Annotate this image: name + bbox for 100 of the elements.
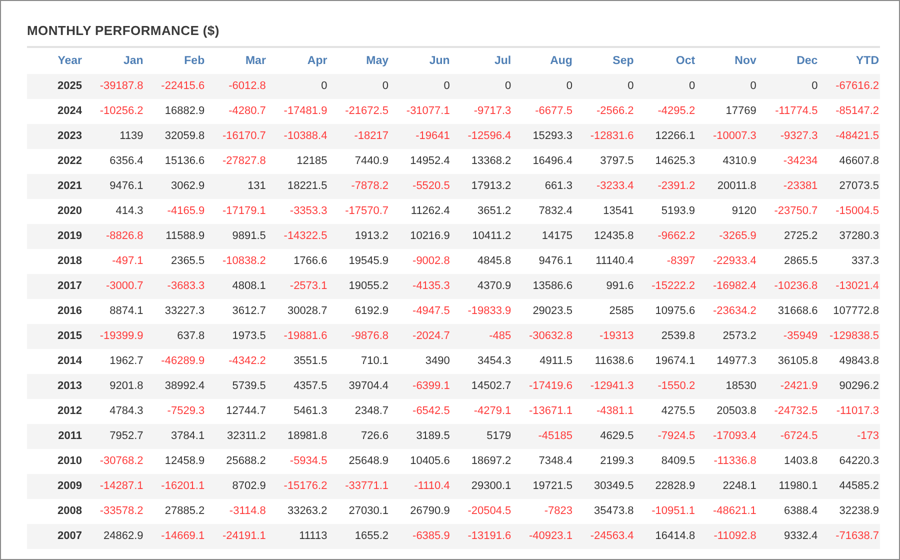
table-cell: -10388.4 <box>266 124 328 149</box>
table-cell: 11113 <box>266 524 328 549</box>
table-cell: -4135.3 <box>390 274 451 299</box>
table-cell: -10236.8 <box>757 274 819 299</box>
table-cell: 0 <box>573 74 635 99</box>
table-cell: 0 <box>390 74 451 99</box>
table-cell: -16201.1 <box>144 474 206 499</box>
table-cell: 9476.1 <box>83 174 144 199</box>
table-cell: 9332.4 <box>757 524 819 549</box>
table-cell: 131 <box>206 174 267 199</box>
table-cell: -6385.9 <box>390 524 451 549</box>
table-cell: 14175 <box>512 224 574 249</box>
table-cell: 726.6 <box>328 424 390 449</box>
table-cell: 4629.5 <box>573 424 635 449</box>
table-cell: 1913.2 <box>328 224 390 249</box>
table-cell: -14287.1 <box>83 474 144 499</box>
table-cell: 5739.5 <box>206 374 267 399</box>
table-cell: -16982.4 <box>696 274 758 299</box>
table-cell: -17093.4 <box>696 424 758 449</box>
year-cell: 2009 <box>27 474 83 499</box>
table-cell: -19399.9 <box>83 324 144 349</box>
table-cell: -14669.1 <box>144 524 206 549</box>
table-cell: -48421.5 <box>818 124 880 149</box>
table-cell: 661.3 <box>512 174 574 199</box>
table-cell: -19641 <box>390 124 451 149</box>
section-title: MONTHLY PERFORMANCE ($) <box>27 23 880 48</box>
column-header: Year <box>56 54 83 69</box>
table-cell: -15222.2 <box>634 274 696 299</box>
table-cell: -2421.9 <box>757 374 819 399</box>
table-cell: 991.6 <box>573 274 635 299</box>
table-cell: -2024.7 <box>390 324 451 349</box>
column-header: Dec <box>796 54 819 69</box>
table-cell: -12831.6 <box>573 124 635 149</box>
table-cell: -3265.9 <box>696 224 758 249</box>
table-cell: -6399.1 <box>390 374 451 399</box>
table-cell: -1550.2 <box>634 374 696 399</box>
column-header: Jun <box>428 54 451 69</box>
table-cell: -2391.2 <box>634 174 696 199</box>
table-cell: 12266.1 <box>634 124 696 149</box>
year-cell: 2015 <box>27 324 83 349</box>
column-header: Feb <box>183 54 206 69</box>
table-cell: 44585.2 <box>818 474 880 499</box>
year-cell: 2019 <box>27 224 83 249</box>
table-cell: 0 <box>634 74 696 99</box>
table-cell: -11092.8 <box>696 524 758 549</box>
table-cell: -9327.3 <box>757 124 819 149</box>
table-cell: -19313 <box>573 324 635 349</box>
table-cell: 0 <box>266 74 328 99</box>
table-cell: 3784.1 <box>144 424 206 449</box>
year-cell: 2021 <box>27 174 83 199</box>
table-cell: -3683.3 <box>144 274 206 299</box>
table-cell: -129838.5 <box>818 324 880 349</box>
table-cell: -13191.6 <box>450 524 512 549</box>
table-cell: 9201.8 <box>83 374 144 399</box>
table-cell: -9876.8 <box>328 324 390 349</box>
table-cell: 0 <box>757 74 819 99</box>
table-cell: -173 <box>818 424 880 449</box>
table-cell: -12596.4 <box>450 124 512 149</box>
table-cell: -17419.6 <box>512 374 574 399</box>
table-cell: -18217 <box>328 124 390 149</box>
table-cell: 18981.8 <box>266 424 328 449</box>
table-cell: 90296.2 <box>818 374 880 399</box>
table-cell: 0 <box>450 74 512 99</box>
table-cell: -3000.7 <box>83 274 144 299</box>
table-cell: 1655.2 <box>328 524 390 549</box>
table-cell: -71638.7 <box>818 524 880 549</box>
table-cell: 8702.9 <box>206 474 267 499</box>
column-header: Nov <box>734 54 758 69</box>
table-cell: -23381 <box>757 174 819 199</box>
table-cell: 32059.8 <box>144 124 206 149</box>
table-cell: 11980.1 <box>757 474 819 499</box>
column-header: May <box>365 54 390 69</box>
table-cell: 14502.7 <box>450 374 512 399</box>
table-cell: -14322.5 <box>266 224 328 249</box>
table-cell: 0 <box>328 74 390 99</box>
table-cell: 2573.2 <box>696 324 758 349</box>
table-cell: -5520.5 <box>390 174 451 199</box>
table-cell: 39704.4 <box>328 374 390 399</box>
table-cell: -30632.8 <box>512 324 574 349</box>
table-cell: 38992.4 <box>144 374 206 399</box>
table-cell: -2573.1 <box>266 274 328 299</box>
table-cell: -6724.5 <box>757 424 819 449</box>
table-cell: 10216.9 <box>390 224 451 249</box>
table-cell: 10411.2 <box>450 224 512 249</box>
table-cell: 637.8 <box>144 324 206 349</box>
table-cell: -12941.3 <box>573 374 635 399</box>
table-cell: 24862.9 <box>83 524 144 549</box>
column-header: Apr <box>306 54 328 69</box>
table-cell: 15293.3 <box>512 124 574 149</box>
year-cell: 2023 <box>27 124 83 149</box>
table-cell: -39187.8 <box>83 74 144 99</box>
table-cell: 17913.2 <box>450 174 512 199</box>
table-cell: -16170.7 <box>206 124 267 149</box>
table-cell: -3233.4 <box>573 174 635 199</box>
table-cell: -35949 <box>757 324 819 349</box>
table-cell: -10007.3 <box>696 124 758 149</box>
year-cell: 2025 <box>27 74 83 99</box>
table-cell: 4370.9 <box>450 274 512 299</box>
table-cell: 37280.3 <box>818 224 880 249</box>
table-cell: 1973.5 <box>206 324 267 349</box>
